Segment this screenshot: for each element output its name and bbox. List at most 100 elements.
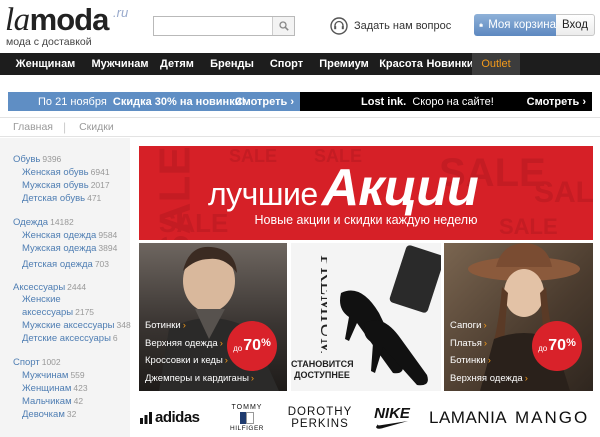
men-link-label: Ботинки bbox=[145, 320, 181, 331]
brand-dp-line1: DOROTHY bbox=[287, 405, 353, 418]
sidebar-item-women-accessories-line2[interactable]: аксессуары 2175 bbox=[22, 306, 94, 319]
breadcrumb-home[interactable]: Главная bbox=[0, 121, 63, 133]
women-link[interactable]: Ботинки › bbox=[450, 355, 528, 373]
sidebar-item-sport-men[interactable]: Мужчинам 559 bbox=[22, 369, 85, 382]
sidebar-item-kids-shoes[interactable]: Детская обувь 471 bbox=[22, 192, 101, 205]
women-link[interactable]: Сапоги › bbox=[450, 320, 528, 338]
men-link-label: Верхняя одежда bbox=[145, 337, 218, 349]
logo-domain: .ru bbox=[113, 5, 129, 20]
sidebar-item-label: Мужская обувь bbox=[22, 180, 89, 191]
hero-subtitle: Новые акции и скидки каждую неделю bbox=[254, 213, 478, 227]
lamoda-logo[interactable]: lamoda .ru мода с доставкой bbox=[5, 2, 135, 48]
shoes-photo bbox=[340, 245, 441, 386]
sidebar-group-shoes[interactable]: Обувь 9396 bbox=[13, 153, 61, 166]
sidebar-count: 348 bbox=[116, 320, 131, 330]
search-icon bbox=[278, 21, 289, 31]
nav-brands[interactable]: Бренды bbox=[205, 53, 259, 75]
category-sidebar: Обувь 9396 Женская обувь 6941 Мужская обув… bbox=[0, 138, 131, 437]
premium-wordmark: PREMIUM bbox=[316, 255, 327, 353]
sidebar-group-accessories[interactable]: Аксессуары 2444 bbox=[13, 281, 86, 294]
brand-strip: adidas TOMMY HILFIGER DOROTHY PERKINS NI… bbox=[139, 398, 593, 437]
promo-sale-text: По 21 ноября Скидка 30% на новинки! bbox=[38, 96, 245, 108]
sidebar-count: 6 bbox=[112, 333, 118, 343]
women-link[interactable]: Верхняя одежда › bbox=[450, 373, 528, 391]
nav-sport[interactable]: Спорт bbox=[259, 53, 314, 75]
discount-badge: до 70% bbox=[227, 321, 277, 371]
promo-sale-headline: Скидка 30% на новинки! bbox=[112, 95, 246, 108]
brand-nike[interactable]: NIKE bbox=[367, 398, 417, 437]
chevron-right-icon: › bbox=[483, 337, 488, 349]
sidebar-item-women-clothes[interactable]: Женская одежда 9584 bbox=[22, 229, 117, 242]
chevron-right-icon: › bbox=[224, 355, 228, 366]
search-button[interactable] bbox=[272, 17, 294, 35]
nav-women[interactable]: Женщинам bbox=[0, 53, 91, 75]
promo-sale-see-link[interactable]: Смотреть › bbox=[235, 92, 294, 111]
sidebar-item-sport-women[interactable]: Женщинам 423 bbox=[22, 382, 88, 395]
login-button[interactable]: Вход bbox=[556, 14, 595, 36]
sidebar-count: 6941 bbox=[90, 167, 110, 177]
brand-mango[interactable]: MANGO bbox=[515, 398, 591, 437]
nav-men[interactable]: Мужчинам bbox=[91, 53, 149, 75]
sidebar-item-sport-boys[interactable]: Мальчикам 42 bbox=[22, 395, 83, 408]
women-links: Сапоги › Платья › Ботинки › Верхняя одежда › bbox=[450, 320, 528, 390]
promo-lostink-brand: Lost ink. bbox=[361, 95, 407, 108]
nav-new[interactable]: Новинки bbox=[426, 53, 473, 75]
promo-banner-lostink[interactable]: Lost ink. Скоро на сайте! Смотреть › bbox=[300, 92, 592, 111]
promo-lostink-see-link[interactable]: Смотреть › bbox=[527, 92, 586, 111]
sidebar-item-kids-clothes[interactable]: Детская одежда 703 bbox=[22, 258, 109, 271]
sidebar-item-label: Женские bbox=[22, 294, 61, 305]
men-link[interactable]: Джемперы и кардиганы › bbox=[145, 373, 254, 391]
brand-nike-label: NIKE bbox=[374, 404, 410, 422]
adidas-stripes-icon bbox=[140, 411, 152, 424]
nav-premium[interactable]: Премиум bbox=[314, 53, 374, 75]
chevron-right-icon: › bbox=[250, 372, 255, 384]
brand-lamania[interactable]: LAMANIA bbox=[429, 398, 507, 437]
sidebar-item-sport-girls[interactable]: Девочкам 32 bbox=[22, 408, 76, 421]
sidebar-item-men-shoes[interactable]: Мужская обувь 2017 bbox=[22, 179, 110, 192]
promo-tile-men[interactable]: Ботинки › Верхняя одежда › Кроссовки и кед… bbox=[139, 243, 287, 391]
sidebar-item-label: Девочкам bbox=[22, 409, 65, 420]
sidebar-item-label: Детские аксессуары bbox=[22, 333, 111, 344]
premium-word: PREMIUM bbox=[316, 255, 327, 353]
women-link-label: Ботинки bbox=[450, 355, 486, 366]
brand-tommy-hilfiger[interactable]: TOMMY HILFIGER bbox=[227, 398, 267, 437]
promo-lostink-soon: Скоро на сайте! bbox=[412, 95, 494, 108]
men-link-label: Кроссовки и кеды bbox=[145, 355, 223, 366]
sidebar-item-men-clothes[interactable]: Мужская одежда 3894 bbox=[22, 242, 117, 255]
sidebar-count: 32 bbox=[66, 409, 77, 419]
headset-icon bbox=[330, 17, 348, 35]
sidebar-item-kids-accessories[interactable]: Детские аксессуары 6 bbox=[22, 332, 118, 345]
sidebar-group-sport[interactable]: Спорт 1002 bbox=[13, 356, 61, 369]
brand-dorothy-perkins[interactable]: DOROTHY PERKINS bbox=[285, 398, 355, 437]
search-input[interactable] bbox=[154, 17, 272, 35]
chevron-right-icon: › bbox=[524, 372, 528, 384]
promo-tile-women[interactable]: Сапоги › Платья › Ботинки › Верхняя одежда ›… bbox=[444, 243, 593, 391]
badge-percent: % bbox=[261, 337, 271, 349]
cart-button[interactable]: Моя корзина bbox=[474, 14, 556, 36]
brand-adidas[interactable]: adidas bbox=[139, 398, 211, 437]
promo-banner-sale[interactable]: По 21 ноября Скидка 30% на новинки! Смот… bbox=[8, 92, 300, 111]
nav-outlet[interactable]: Outlet bbox=[472, 53, 520, 75]
sidebar-item-men-accessories[interactable]: Мужские аксессуары 348 bbox=[22, 319, 131, 332]
sidebar-item-label: Детская одежда bbox=[22, 259, 93, 270]
sidebar-item-label: аксессуары bbox=[22, 307, 74, 318]
hero-banner-sales[interactable]: SALE SALE SALE SALE SALE SALE SALE лучши… bbox=[139, 146, 593, 240]
hero-bg-word: SALE bbox=[534, 176, 593, 209]
badge-value: 70 bbox=[548, 337, 567, 354]
sidebar-group-clothes[interactable]: Одежда 14182 bbox=[13, 216, 74, 229]
nav-kids[interactable]: Детям bbox=[149, 53, 205, 75]
promo-tile-premium[interactable]: PREMIUM СТАНОВИТСЯ ДОСТУПНЕЕ bbox=[291, 243, 441, 391]
sidebar-group-label: Аксессуары bbox=[13, 282, 66, 293]
sidebar-count: 1002 bbox=[41, 357, 61, 367]
sidebar-item-women-shoes[interactable]: Женская обувь 6941 bbox=[22, 166, 110, 179]
hero-title: лучшие Акции bbox=[208, 158, 479, 218]
chevron-right-icon: › bbox=[582, 95, 586, 108]
promo-lostink-see-label: Смотреть bbox=[526, 95, 580, 108]
sidebar-item-label: Мужчинам bbox=[22, 370, 69, 381]
nav-beauty[interactable]: Красота bbox=[374, 53, 428, 75]
women-link[interactable]: Платья › bbox=[450, 338, 528, 356]
ask-question-link[interactable]: Задать нам вопрос bbox=[330, 16, 451, 36]
sidebar-item-women-accessories[interactable]: Женские bbox=[22, 294, 61, 306]
sidebar-count: 9584 bbox=[98, 230, 118, 240]
badge-value: 70 bbox=[243, 337, 262, 354]
